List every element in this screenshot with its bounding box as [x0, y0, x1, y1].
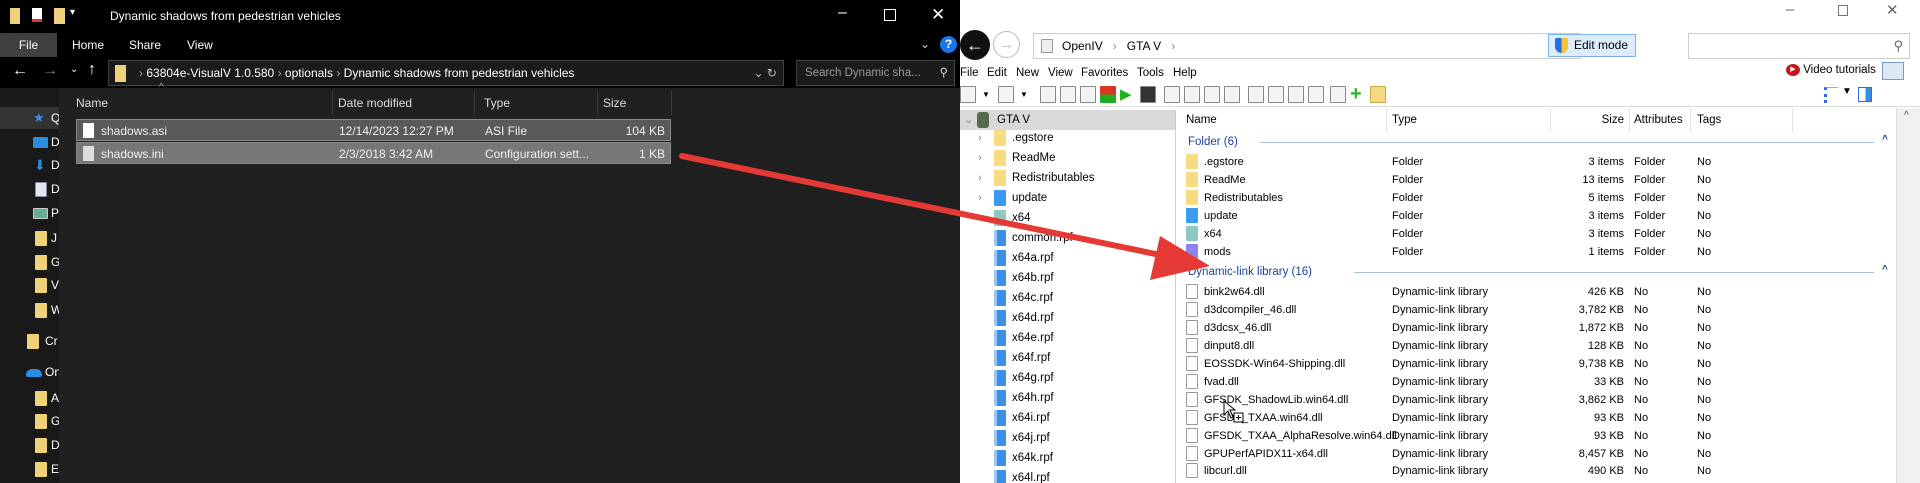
arrow-shaft [679, 153, 1178, 261]
red-arrow-annotation [679, 153, 1210, 280]
drag-copy-cursor-icon [1223, 400, 1244, 423]
arrow-head [1150, 236, 1210, 280]
